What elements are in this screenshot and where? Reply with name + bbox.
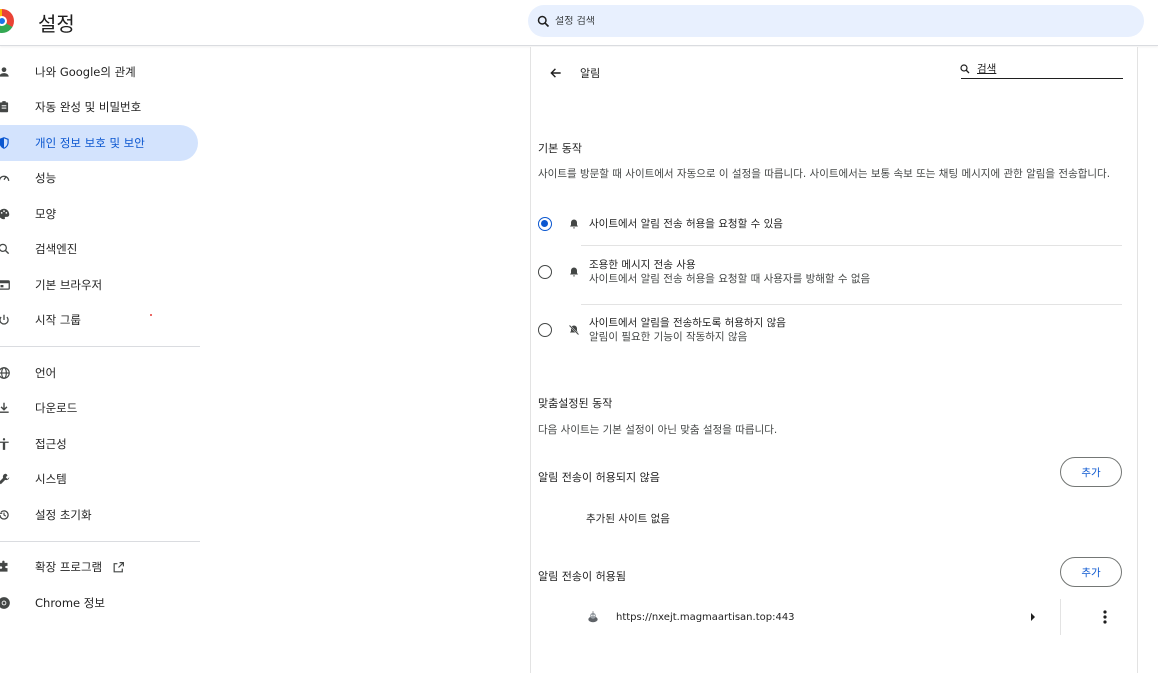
bell-off-icon <box>568 324 580 336</box>
sidebar-item-label: 설정 초기화 <box>35 507 92 522</box>
custom-behavior-description: 다음 사이트는 기본 설정이 아닌 맞춤 설정을 따릅니다. <box>538 424 778 436</box>
sidebar-item-label: 기본 브라우저 <box>35 277 103 292</box>
sidebar-item-label: 시작 그룹 <box>35 313 81 328</box>
option-label: 사이트에서 알림을 전송하도록 허용하지 않음 <box>589 317 786 329</box>
palette-icon <box>0 207 11 221</box>
radio-button[interactable] <box>538 265 552 279</box>
sidebar-item-label: 확장 프로그램 <box>35 559 125 575</box>
page-title: 알림 <box>580 67 601 80</box>
add-allowed-site-button[interactable]: 추가 <box>1060 557 1122 587</box>
expand-arrow-icon[interactable] <box>1028 610 1038 624</box>
search-icon <box>537 15 550 27</box>
sidebar-item-label: 시스템 <box>35 472 67 487</box>
sidebar-nav: 나와 Google의 관계 자동 완성 및 비밀번호 개인 정보 보호 및 보안… <box>0 54 210 621</box>
sidebar-item-label-text: 확장 프로그램 <box>35 560 103 575</box>
radio-button[interactable] <box>538 217 552 231</box>
sidebar-item-accessibility[interactable]: 접근성 <box>0 426 210 462</box>
sidebar-item-label: 다운로드 <box>35 401 78 416</box>
puzzle-icon <box>0 560 11 574</box>
radio-label: 사이트에서 알림 전송 허용을 요청할 수 있음 <box>589 217 783 231</box>
clipboard-icon <box>0 100 11 114</box>
divider <box>0 346 200 347</box>
power-icon <box>0 313 11 327</box>
person-icon <box>0 65 11 79</box>
sidebar-item-languages[interactable]: 언어 <box>0 355 210 391</box>
page-search-field[interactable]: 검색 <box>960 59 1123 79</box>
sidebar-item-extensions[interactable]: 확장 프로그램 <box>0 550 210 586</box>
site-favicon-icon <box>588 611 598 623</box>
reset-icon <box>0 508 11 522</box>
sidebar-item-label: 검색엔진 <box>35 242 78 257</box>
sidebar-item-reset-settings[interactable]: 설정 초기화 <box>0 497 210 533</box>
app-title: 설정 <box>38 12 75 36</box>
sidebar-item-autofill[interactable]: 자동 완성 및 비밀번호 <box>0 90 210 126</box>
default-behavior-description: 사이트를 방문할 때 사이트에서 자동으로 이 설정을 따릅니다. 사이트에서는… <box>538 168 1111 180</box>
globe-icon <box>0 366 11 380</box>
sidebar-item-label: 언어 <box>35 365 57 380</box>
radio-label: 사이트에서 알림을 전송하도록 허용하지 않음 알림이 필요한 기능이 작동하지… <box>589 316 786 344</box>
radio-option-allow-ask[interactable]: 사이트에서 알림 전송 허용을 요청할 수 있음 <box>538 217 1122 231</box>
search-icon <box>0 242 11 256</box>
top-bar: 설정 <box>0 0 1158 46</box>
sidebar-item-label: 접근성 <box>35 436 67 451</box>
sidebar-item-label: 성능 <box>35 171 57 186</box>
default-behavior-title: 기본 동작 <box>538 142 582 155</box>
page-search-label: 검색 <box>977 63 997 75</box>
browser-icon <box>0 278 11 292</box>
divider <box>1060 599 1061 635</box>
sidebar-item-label: 나와 Google의 관계 <box>35 64 136 79</box>
custom-behavior-title: 맞춤설정된 동작 <box>538 397 613 410</box>
option-label: 사이트에서 알림 전송 허용을 요청할 수 있음 <box>589 218 783 230</box>
sidebar-item-search-engine[interactable]: 검색엔진 <box>0 232 210 268</box>
blocked-list-empty-text: 추가된 사이트 없음 <box>586 513 670 525</box>
wrench-icon <box>0 472 11 486</box>
sidebar-item-privacy-security[interactable]: 개인 정보 보호 및 보안 <box>0 125 198 161</box>
allowed-list-title: 알림 전송이 허용됨 <box>538 570 626 583</box>
download-icon <box>0 401 11 415</box>
bell-icon <box>570 219 578 229</box>
shield-icon <box>0 136 11 150</box>
stray-dot <box>150 314 152 316</box>
sidebar-item-about-chrome[interactable]: Chrome 정보 <box>0 585 210 621</box>
settings-search-box[interactable] <box>528 5 1144 37</box>
option-sublabel: 사이트에서 알림 전송 허용을 요청할 때 사용자를 방해할 수 없음 <box>589 273 871 285</box>
sidebar-item-you-and-google[interactable]: 나와 Google의 관계 <box>0 54 210 90</box>
option-label: 조용한 메시지 전송 사용 <box>589 259 696 271</box>
chrome-icon <box>0 596 11 610</box>
site-url: https://nxejt.magmaartisan.top:443 <box>616 611 795 623</box>
sidebar-item-downloads[interactable]: 다운로드 <box>0 391 210 427</box>
more-vert-icon[interactable] <box>1100 608 1110 626</box>
bell-quiet-icon <box>570 267 578 277</box>
sidebar-item-label: 자동 완성 및 비밀번호 <box>35 100 142 115</box>
sidebar-item-appearance[interactable]: 모양 <box>0 196 210 232</box>
speedometer-icon <box>0 171 11 185</box>
open-in-new-icon <box>113 562 125 573</box>
sidebar-item-label: 모양 <box>35 206 57 221</box>
back-arrow-icon[interactable] <box>549 65 565 81</box>
sidebar-item-label: Chrome 정보 <box>35 595 105 610</box>
search-icon <box>960 63 970 73</box>
accessibility-icon <box>0 437 11 451</box>
radio-option-quiet[interactable]: 조용한 메시지 전송 사용 사이트에서 알림 전송 허용을 요청할 때 사용자를… <box>538 258 1122 286</box>
sidebar-item-system[interactable]: 시스템 <box>0 462 210 498</box>
radio-label: 조용한 메시지 전송 사용 사이트에서 알림 전송 허용을 요청할 때 사용자를… <box>589 258 870 286</box>
chrome-logo-icon <box>0 9 14 33</box>
divider <box>581 304 1122 305</box>
radio-button[interactable] <box>538 323 552 337</box>
notifications-panel: 알림 검색 기본 동작 사이트를 방문할 때 사이트에서 자동으로 이 설정을 … <box>530 47 1138 673</box>
sidebar-item-on-startup[interactable]: 시작 그룹 <box>0 303 210 339</box>
settings-search-input[interactable] <box>555 15 1115 27</box>
blocked-list-title: 알림 전송이 허용되지 않음 <box>538 471 660 484</box>
sidebar-item-default-browser[interactable]: 기본 브라우저 <box>0 267 210 303</box>
allowed-site-row[interactable]: https://nxejt.magmaartisan.top:443 <box>586 599 1122 635</box>
divider <box>581 245 1122 246</box>
page-header: 알림 <box>549 63 600 83</box>
sidebar-item-performance[interactable]: 성능 <box>0 161 210 197</box>
add-blocked-site-button[interactable]: 추가 <box>1060 457 1122 487</box>
divider <box>0 540 200 542</box>
sidebar-item-label: 개인 정보 보호 및 보안 <box>35 135 145 150</box>
radio-option-block[interactable]: 사이트에서 알림을 전송하도록 허용하지 않음 알림이 필요한 기능이 작동하지… <box>538 316 1122 344</box>
option-sublabel: 알림이 필요한 기능이 작동하지 않음 <box>589 331 748 343</box>
